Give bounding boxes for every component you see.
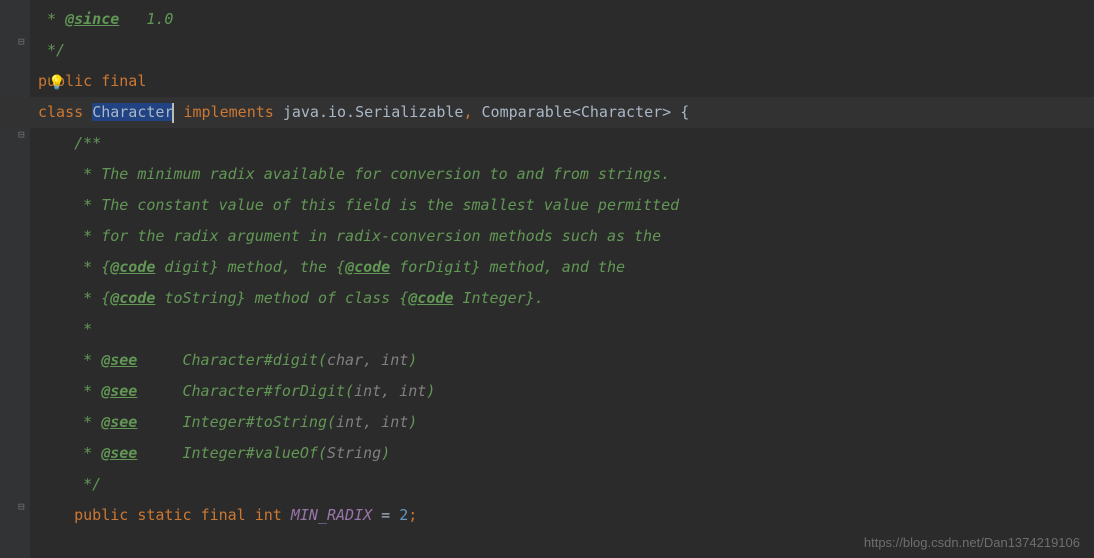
selected-text: Character: [92, 103, 173, 121]
code-line: * The constant value of this field is th…: [38, 190, 1094, 221]
code-line: * @see Character#forDigit(int, int): [38, 376, 1094, 407]
code-line: */: [38, 469, 1094, 500]
text-cursor: [172, 103, 174, 123]
code-line: * The minimum radix available for conver…: [38, 159, 1094, 190]
code-line: public static final int MIN_RADIX = 2;: [38, 500, 1094, 531]
code-line: * @since 1.0: [38, 4, 1094, 35]
code-line: * @see Character#digit(char, int): [38, 345, 1094, 376]
code-line: * {@code toString} method of class {@cod…: [38, 283, 1094, 314]
code-line: * @see Integer#valueOf(String): [38, 438, 1094, 469]
code-line: * {@code digit} method, the {@code forDi…: [38, 252, 1094, 283]
code-line: * @see Integer#toString(int, int): [38, 407, 1094, 438]
code-line: 💡public final: [38, 66, 1094, 97]
watermark-text: https://blog.csdn.net/Dan1374219106: [864, 535, 1080, 550]
intention-bulb-icon[interactable]: 💡: [48, 68, 65, 99]
code-line: *: [38, 314, 1094, 345]
code-line: */: [38, 35, 1094, 66]
code-line: * for the radix argument in radix-conver…: [38, 221, 1094, 252]
code-line-current: class Character implements java.io.Seria…: [0, 97, 1094, 128]
code-line: /**: [38, 128, 1094, 159]
code-editor[interactable]: * @since 1.0 */ 💡public final class Char…: [0, 0, 1094, 531]
